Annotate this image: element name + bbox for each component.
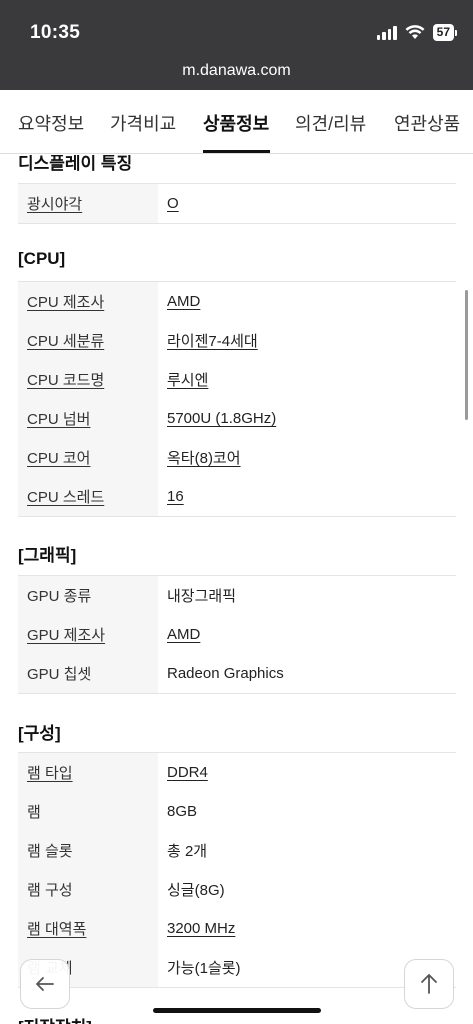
signal-icon bbox=[376, 25, 397, 40]
spec-value[interactable]: DDR4 bbox=[167, 764, 208, 781]
spec-value[interactable]: AMD bbox=[167, 293, 200, 310]
spec-row: GPU 제조사 AMD bbox=[18, 615, 456, 654]
spec-label[interactable]: CPU 세분류 bbox=[27, 330, 104, 351]
spec-table-cpu: CPU 제조사 AMD CPU 세분류 라이젠7-4세대 CPU 코드명 루시엔… bbox=[18, 281, 456, 517]
spec-label: 램 슬롯 bbox=[27, 843, 73, 860]
scroll-top-button[interactable] bbox=[404, 959, 454, 1009]
spec-row: CPU 제조사 AMD bbox=[18, 282, 456, 321]
spec-row: CPU 코어 옥타(8)코어 bbox=[18, 438, 456, 477]
arrow-left-icon bbox=[36, 977, 54, 991]
spec-label[interactable]: 램 타입 bbox=[27, 762, 73, 783]
spec-value[interactable]: 5700U (1.8GHz) bbox=[167, 410, 276, 427]
back-button[interactable] bbox=[20, 959, 70, 1009]
tab-price-compare[interactable]: 가격비교 bbox=[110, 110, 176, 136]
spec-label: GPU 칩셋 bbox=[27, 666, 92, 683]
spec-value: Radeon Graphics bbox=[167, 665, 284, 682]
spec-row: 램 타입 DDR4 bbox=[18, 753, 456, 792]
address-bar-url[interactable]: m.danawa.com bbox=[0, 62, 473, 80]
section-title-config: [구성] bbox=[18, 724, 61, 743]
spec-row: CPU 세분류 라이젠7-4세대 bbox=[18, 321, 456, 360]
section-title-storage: [저장장치] bbox=[18, 1013, 92, 1024]
spec-value[interactable]: O bbox=[167, 195, 179, 212]
spec-row: GPU 종류 내장그래픽 bbox=[18, 576, 456, 615]
spec-row: CPU 넘버 5700U (1.8GHz) bbox=[18, 399, 456, 438]
spec-row: 램 8GB bbox=[18, 792, 456, 831]
spec-value: 가능(1슬롯) bbox=[167, 960, 241, 977]
status-bar: 10:35 57 m.danawa.com bbox=[0, 0, 473, 90]
spec-label: 램 구성 bbox=[27, 882, 73, 899]
spec-value[interactable]: AMD bbox=[167, 626, 200, 643]
status-time: 10:35 bbox=[30, 22, 81, 43]
spec-label: 램 bbox=[27, 804, 41, 821]
wifi-icon bbox=[405, 25, 425, 39]
spec-value[interactable]: 3200 MHz bbox=[167, 920, 235, 937]
tab-summary[interactable]: 요약정보 bbox=[18, 110, 84, 136]
tab-related[interactable]: 연관상품 bbox=[394, 110, 460, 136]
spec-table-display: 광시야각 O bbox=[18, 183, 456, 224]
spec-label[interactable]: GPU 제조사 bbox=[27, 624, 105, 645]
spec-row: 램 대역폭 3200 MHz bbox=[18, 909, 456, 948]
spec-content: 디스플레이 특징 광시야각 O [CPU] CPU 제조사 AMD CPU 세분… bbox=[0, 155, 473, 1024]
status-icons: 57 bbox=[376, 24, 457, 41]
section-title-display: 디스플레이 특징 bbox=[18, 155, 133, 173]
active-tab-indicator bbox=[203, 150, 270, 153]
spec-value[interactable]: 16 bbox=[167, 488, 184, 505]
spec-label[interactable]: CPU 스레드 bbox=[27, 486, 104, 507]
spec-value[interactable]: 루시엔 bbox=[167, 372, 208, 389]
battery-level: 57 bbox=[432, 24, 454, 41]
spec-value: 싱글(8G) bbox=[167, 882, 225, 899]
arrow-up-icon bbox=[421, 974, 437, 994]
spec-label[interactable]: CPU 코드명 bbox=[27, 369, 104, 390]
tab-reviews[interactable]: 의견/리뷰 bbox=[295, 110, 366, 136]
tab-bar: 요약정보 가격비교 상품정보 의견/리뷰 연관상품 bbox=[0, 90, 473, 154]
spec-row: 광시야각 O bbox=[18, 184, 456, 223]
spec-row: 램 구성 싱글(8G) bbox=[18, 870, 456, 909]
spec-row: CPU 스레드 16 bbox=[18, 477, 456, 516]
section-title-cpu: [CPU] bbox=[18, 249, 66, 268]
spec-label[interactable]: CPU 넘버 bbox=[27, 408, 90, 429]
spec-label: GPU 종류 bbox=[27, 588, 92, 605]
spec-row: 램 교체 가능(1슬롯) bbox=[18, 948, 456, 987]
spec-table-graphics: GPU 종류 내장그래픽 GPU 제조사 AMD GPU 칩셋 Radeon G… bbox=[18, 575, 456, 694]
spec-row: CPU 코드명 루시엔 bbox=[18, 360, 456, 399]
spec-value: 8GB bbox=[167, 803, 198, 820]
spec-label[interactable]: 광시야각 bbox=[27, 193, 82, 214]
spec-value[interactable]: 라이젠7-4세대 bbox=[167, 333, 258, 350]
spec-label[interactable]: CPU 코어 bbox=[27, 447, 90, 468]
spec-row: GPU 칩셋 Radeon Graphics bbox=[18, 654, 456, 693]
spec-table-config: 램 타입 DDR4 램 8GB 램 슬롯 총 2개 램 구성 싱글(8G) 램 … bbox=[18, 752, 456, 988]
spec-value: 총 2개 bbox=[167, 843, 208, 860]
tab-product-info[interactable]: 상품정보 bbox=[203, 110, 269, 136]
scrollbar[interactable] bbox=[465, 290, 468, 420]
battery-icon: 57 bbox=[432, 24, 457, 41]
spec-value[interactable]: 옥타(8)코어 bbox=[167, 450, 241, 467]
spec-row: 램 슬롯 총 2개 bbox=[18, 831, 456, 870]
spec-label[interactable]: 램 대역폭 bbox=[27, 918, 86, 939]
home-indicator bbox=[153, 1008, 321, 1013]
section-title-graphics: [그래픽] bbox=[18, 546, 77, 565]
spec-value: 내장그래픽 bbox=[167, 588, 237, 605]
spec-label[interactable]: CPU 제조사 bbox=[27, 291, 104, 312]
